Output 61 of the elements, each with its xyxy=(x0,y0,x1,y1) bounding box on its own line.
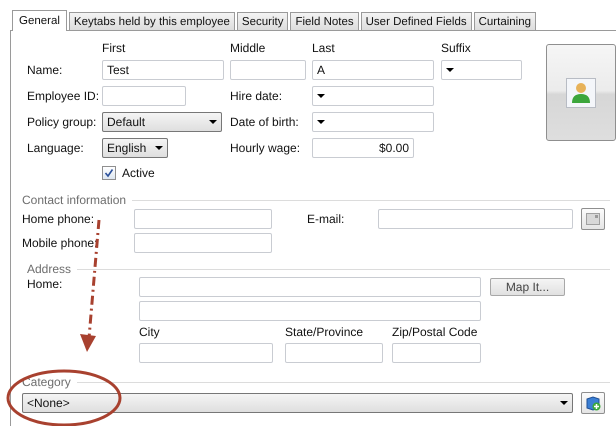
field-label: Home: xyxy=(27,277,64,291)
column-label: Last xyxy=(312,41,336,55)
field-label: State/Province xyxy=(285,325,364,339)
caret-icon xyxy=(155,146,163,150)
group-title: Contact information xyxy=(22,193,126,207)
tab[interactable]: Keytabs held by this employee xyxy=(68,12,235,30)
map-it-button[interactable]: Map It... xyxy=(490,278,565,296)
group-title: Address xyxy=(27,262,72,276)
group-title: Category xyxy=(22,375,71,389)
column-label: Suffix xyxy=(441,41,472,55)
card-icon xyxy=(586,213,600,225)
column-label: First xyxy=(102,41,126,55)
input-field[interactable]: A xyxy=(312,60,434,80)
field-label: Zip/Postal Code xyxy=(392,325,478,339)
person-icon xyxy=(566,78,596,108)
input-field[interactable] xyxy=(230,60,306,80)
field-label: Policy group: xyxy=(27,115,98,129)
field-label: City xyxy=(139,325,161,339)
field-label: Date of birth: xyxy=(230,115,300,129)
caret-icon xyxy=(317,94,325,98)
input-field[interactable] xyxy=(134,209,272,229)
input-field[interactable]: $0.00 xyxy=(312,138,414,158)
input-field[interactable] xyxy=(139,343,273,363)
dropdown[interactable]: <None> xyxy=(22,393,573,413)
add-category-button[interactable] xyxy=(581,392,605,414)
field-label: Home phone: xyxy=(22,212,96,226)
tab[interactable]: Field Notes xyxy=(290,12,359,30)
field-label: Name: xyxy=(27,63,64,77)
input-field[interactable] xyxy=(139,277,481,297)
field-label: Hourly wage: xyxy=(230,141,302,155)
input-field[interactable] xyxy=(139,301,481,321)
dropdown[interactable]: Default xyxy=(102,112,222,132)
tab[interactable]: Curtaining xyxy=(474,12,536,30)
dropdown[interactable] xyxy=(312,112,434,132)
checkbox-label: Active xyxy=(122,166,155,180)
email-button[interactable] xyxy=(581,208,605,230)
field-label: Employee ID: xyxy=(27,89,100,103)
dropdown[interactable]: English xyxy=(102,138,168,158)
input-field[interactable] xyxy=(378,209,573,229)
caret-icon xyxy=(560,401,568,405)
column-label: Middle xyxy=(230,41,266,55)
input-field[interactable] xyxy=(102,86,186,106)
box-plus-icon xyxy=(585,395,601,411)
tab[interactable]: Security xyxy=(236,12,288,30)
field-label: E-mail: xyxy=(307,212,346,226)
input-field[interactable] xyxy=(134,233,272,253)
tab[interactable]: General xyxy=(12,10,67,31)
caret-icon xyxy=(209,120,217,124)
field-label: Language: xyxy=(27,141,85,155)
caret-icon xyxy=(317,120,325,124)
tab[interactable]: User Defined Fields xyxy=(360,12,472,30)
caret-icon xyxy=(446,68,454,72)
input-field[interactable]: Test xyxy=(102,60,224,80)
input-field[interactable] xyxy=(285,343,383,363)
dropdown[interactable] xyxy=(312,86,434,106)
checkbox[interactable] xyxy=(102,166,116,180)
field-label: Hire date: xyxy=(230,89,284,103)
dropdown[interactable] xyxy=(441,60,522,80)
photo-button[interactable] xyxy=(546,44,616,141)
input-field[interactable] xyxy=(392,343,481,363)
field-label: Mobile phone: xyxy=(22,236,98,250)
